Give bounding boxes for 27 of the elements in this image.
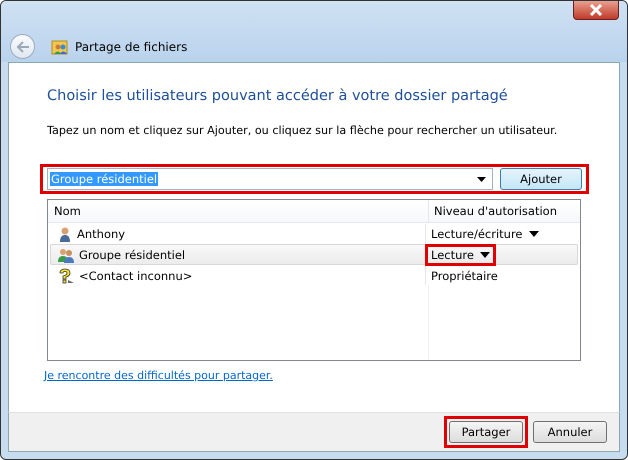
permission-dropdown[interactable]: Lecture/écriture: [428, 226, 542, 242]
users-folder-icon: [51, 38, 69, 56]
selected-row[interactable]: Groupe résidentiel Lecture: [50, 244, 578, 265]
column-header: Niveau d'autorisation: [428, 200, 580, 222]
page-heading: Choisir les utilisateurs pouvant accéder à votre dossier partagé: [47, 88, 509, 104]
users-icon: [57, 246, 75, 262]
back-arrow-icon: [16, 40, 30, 52]
combo-value: Groupe résidentiel: [50, 172, 158, 186]
column-header: Nom: [53, 203, 82, 220]
caret-icon: [528, 230, 538, 236]
help-link[interactable]: Je rencontre des difficultés pour partager.: [44, 369, 273, 382]
caret-icon: [480, 252, 490, 258]
question-mark-icon: [57, 268, 75, 284]
add-button[interactable]: Ajouter: [500, 168, 582, 190]
window-title: Partage de fichiers: [75, 40, 188, 54]
caret-icon: [477, 176, 486, 182]
cancel-button[interactable]: Annuler: [533, 421, 607, 443]
user-name: <Contact inconnu>: [79, 268, 192, 282]
close-icon: [589, 4, 603, 16]
user-name: Groupe résidentiel: [79, 248, 186, 262]
user-icon: [57, 226, 73, 242]
user-name: Anthony: [77, 226, 126, 240]
instruction-text: Tapez un nom et cliquez sur Ajouter, ou cliquez sur la flèche pour rechercher un utilisateur.: [47, 124, 558, 137]
permission-dropdown[interactable]: Lecture: [428, 246, 493, 262]
permission-text: Propriétaire: [430, 268, 499, 284]
share-button[interactable]: Partager: [449, 421, 523, 443]
close-button[interactable]: [573, 1, 619, 20]
